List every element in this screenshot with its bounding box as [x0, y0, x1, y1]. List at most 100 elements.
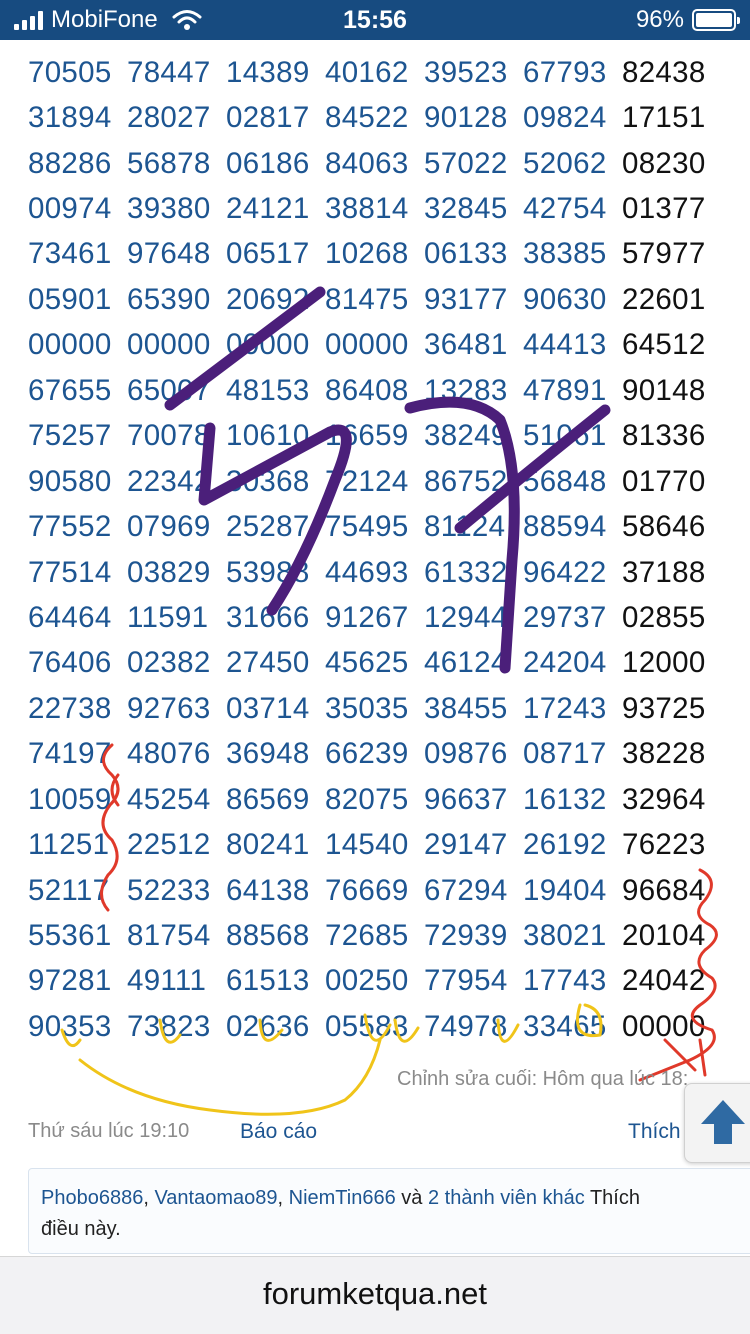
- number-cell-last: 32964: [622, 782, 706, 816]
- number-cell: 31894: [28, 101, 112, 135]
- number-cell: 31666: [226, 600, 310, 634]
- number-cell: 84522: [325, 101, 409, 135]
- number-cell-last: 90148: [622, 373, 706, 407]
- number-cell: 11251: [28, 828, 110, 862]
- number-cell: 45625: [325, 646, 409, 680]
- report-link[interactable]: Báo cáo: [240, 1120, 317, 1144]
- number-row: 10059 45254 86569 82075 96637 16132 32964: [28, 777, 728, 822]
- number-cell: 80241: [226, 828, 310, 862]
- number-cell: 05583: [325, 1009, 409, 1043]
- site-url: forumketqua.net: [262, 1276, 488, 1311]
- number-cell: 78447: [127, 55, 211, 89]
- number-cell: 49111: [127, 964, 207, 998]
- address-bar[interactable]: forumketqua.net: [0, 1256, 750, 1334]
- number-cell: 07969: [127, 510, 211, 544]
- number-row: 00974 39380 24121 38814 32845 42754 01377: [28, 186, 728, 231]
- number-cell: 39523: [424, 55, 508, 89]
- number-cell: 06186: [226, 146, 310, 180]
- battery-percent: 96%: [635, 6, 684, 33]
- number-cell-last: 02855: [622, 600, 706, 634]
- number-cell: 10268: [325, 237, 409, 271]
- number-cell: 92763: [127, 691, 211, 725]
- number-cell: 81475: [325, 282, 409, 316]
- number-cell: 22342: [127, 464, 211, 498]
- number-row: 75257 70078 10610 16659 38249 51061 81336: [28, 414, 728, 459]
- number-cell: 47891: [523, 373, 607, 407]
- number-cell: 25287: [226, 510, 310, 544]
- number-cell: 55361: [28, 919, 112, 953]
- number-cell: 90353: [28, 1009, 112, 1043]
- like-link[interactable]: Thích: [628, 1120, 681, 1144]
- number-cell: 97648: [127, 237, 211, 271]
- number-cell: 77552: [28, 510, 112, 544]
- number-row: 74197 48076 36948 66239 09876 08717 38228: [28, 732, 728, 777]
- number-cell: 90580: [28, 464, 112, 498]
- number-cell: 28027: [127, 101, 211, 135]
- number-cell: 14540: [325, 828, 409, 862]
- number-cell: 84063: [325, 146, 409, 180]
- likes-suffix-2: điều này.: [41, 1218, 121, 1240]
- other-likers-link[interactable]: 2 thành viên khác: [428, 1187, 585, 1209]
- number-cell: 90630: [523, 282, 607, 316]
- number-cell-last: 24042: [622, 964, 706, 998]
- number-row: 52117 52233 64138 76669 67294 19404 96684: [28, 868, 728, 913]
- number-cell: 22512: [127, 828, 211, 862]
- number-cell: 46124: [424, 646, 508, 680]
- number-cell: 00000: [325, 328, 409, 362]
- number-cell: 24204: [523, 646, 607, 680]
- number-cell: 67655: [28, 373, 112, 407]
- status-bar: MobiFone 15:56 96%: [0, 0, 750, 40]
- number-cell-last: 20104: [622, 919, 706, 953]
- number-cell: 02817: [226, 101, 310, 135]
- number-row: 77552 07969 25287 75495 81124 88594 58646: [28, 504, 728, 549]
- scroll-to-top-button[interactable]: [684, 1083, 750, 1163]
- number-cell: 17243: [523, 691, 607, 725]
- number-cell: 27450: [226, 646, 310, 680]
- number-cell: 00250: [325, 964, 409, 998]
- number-cell: 93177: [424, 282, 508, 316]
- number-cell: 65007: [127, 373, 211, 407]
- number-cell-last: 01770: [622, 464, 706, 498]
- number-cell: 74197: [28, 737, 112, 771]
- number-cell-last: 64512: [622, 328, 706, 362]
- liker-link[interactable]: Vantaomao89: [154, 1187, 277, 1209]
- likes-and: và: [401, 1187, 423, 1209]
- liker-link[interactable]: Phobo6886: [41, 1187, 143, 1209]
- number-cell: 67793: [523, 55, 607, 89]
- number-cell: 19404: [523, 873, 607, 907]
- number-cell: 66239: [325, 737, 409, 771]
- number-cell-last: 57977: [622, 237, 706, 271]
- battery-icon: [692, 9, 740, 31]
- number-cell: 61513: [226, 964, 310, 998]
- number-cell: 16659: [325, 419, 409, 453]
- number-cell-last: 12000: [622, 646, 706, 680]
- number-row: 88286 56878 06186 84063 57022 52062 08230: [28, 141, 728, 186]
- number-cell: 77514: [28, 555, 112, 589]
- number-cell: 86408: [325, 373, 409, 407]
- number-cell: 06133: [424, 237, 508, 271]
- likes-suffix: Thích: [589, 1187, 640, 1209]
- number-cell: 12944: [424, 600, 508, 634]
- number-cell-last: 37188: [622, 555, 706, 589]
- number-cell: 56848: [523, 464, 607, 498]
- number-cell: 11591: [127, 600, 209, 634]
- number-cell: 05901: [28, 282, 112, 316]
- number-cell: 88286: [28, 146, 112, 180]
- number-cell: 38385: [523, 237, 607, 271]
- number-cell-last: 93725: [622, 691, 706, 725]
- number-cell: 53988: [226, 555, 310, 589]
- number-cell: 08717: [523, 737, 607, 771]
- number-cell: 36481: [424, 328, 508, 362]
- number-row: 00000 00000 00000 00000 36481 44413 64512: [28, 323, 728, 368]
- number-row: 55361 81754 88568 72685 72939 38021 20104: [28, 913, 728, 958]
- liker-link[interactable]: NiemTin666: [289, 1187, 396, 1209]
- edit-note: Chỉnh sửa cuối: Hôm qua lúc 18:: [397, 1068, 689, 1090]
- number-cell: 56878: [127, 146, 211, 180]
- number-cell-last: 01377: [622, 192, 706, 226]
- number-cell: 02382: [127, 646, 211, 680]
- number-cell: 75257: [28, 419, 112, 453]
- number-cell: 10610: [226, 419, 310, 453]
- number-cell: 65390: [127, 282, 211, 316]
- number-cell: 75495: [325, 510, 409, 544]
- number-cell: 72685: [325, 919, 409, 953]
